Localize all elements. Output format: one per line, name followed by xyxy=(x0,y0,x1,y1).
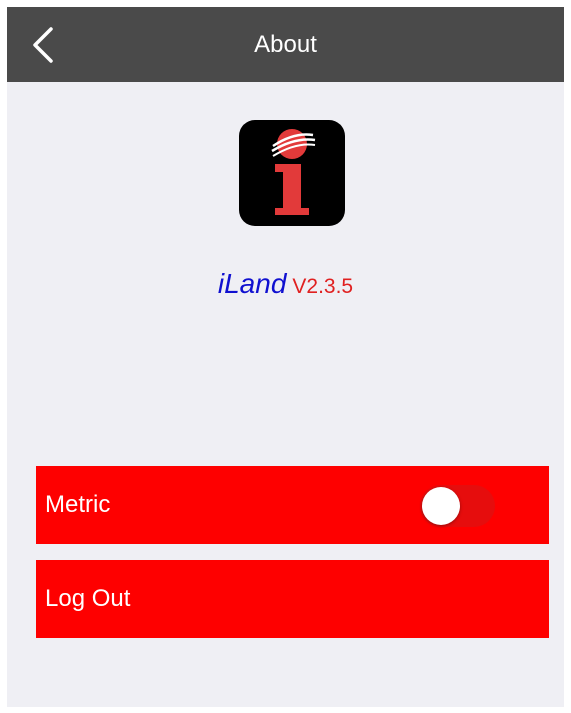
toggle-knob xyxy=(422,487,460,525)
metric-toggle[interactable] xyxy=(420,485,495,527)
app-name: iLand xyxy=(217,268,287,299)
app-version-line: iLand V2.3.5 xyxy=(7,267,564,306)
metric-row: Metric xyxy=(36,466,549,544)
iland-logo-icon xyxy=(239,120,345,226)
app-version: V2.3.5 xyxy=(292,275,354,298)
logout-label: Log Out xyxy=(45,585,131,612)
about-screen: About iLand V2.3.5 Metric Log Out xyxy=(7,7,564,707)
logout-button[interactable]: Log Out xyxy=(36,560,549,638)
navigation-bar: About xyxy=(7,7,564,82)
page-title: About xyxy=(254,31,317,58)
metric-label: Metric xyxy=(45,491,111,518)
app-logo xyxy=(239,120,345,226)
